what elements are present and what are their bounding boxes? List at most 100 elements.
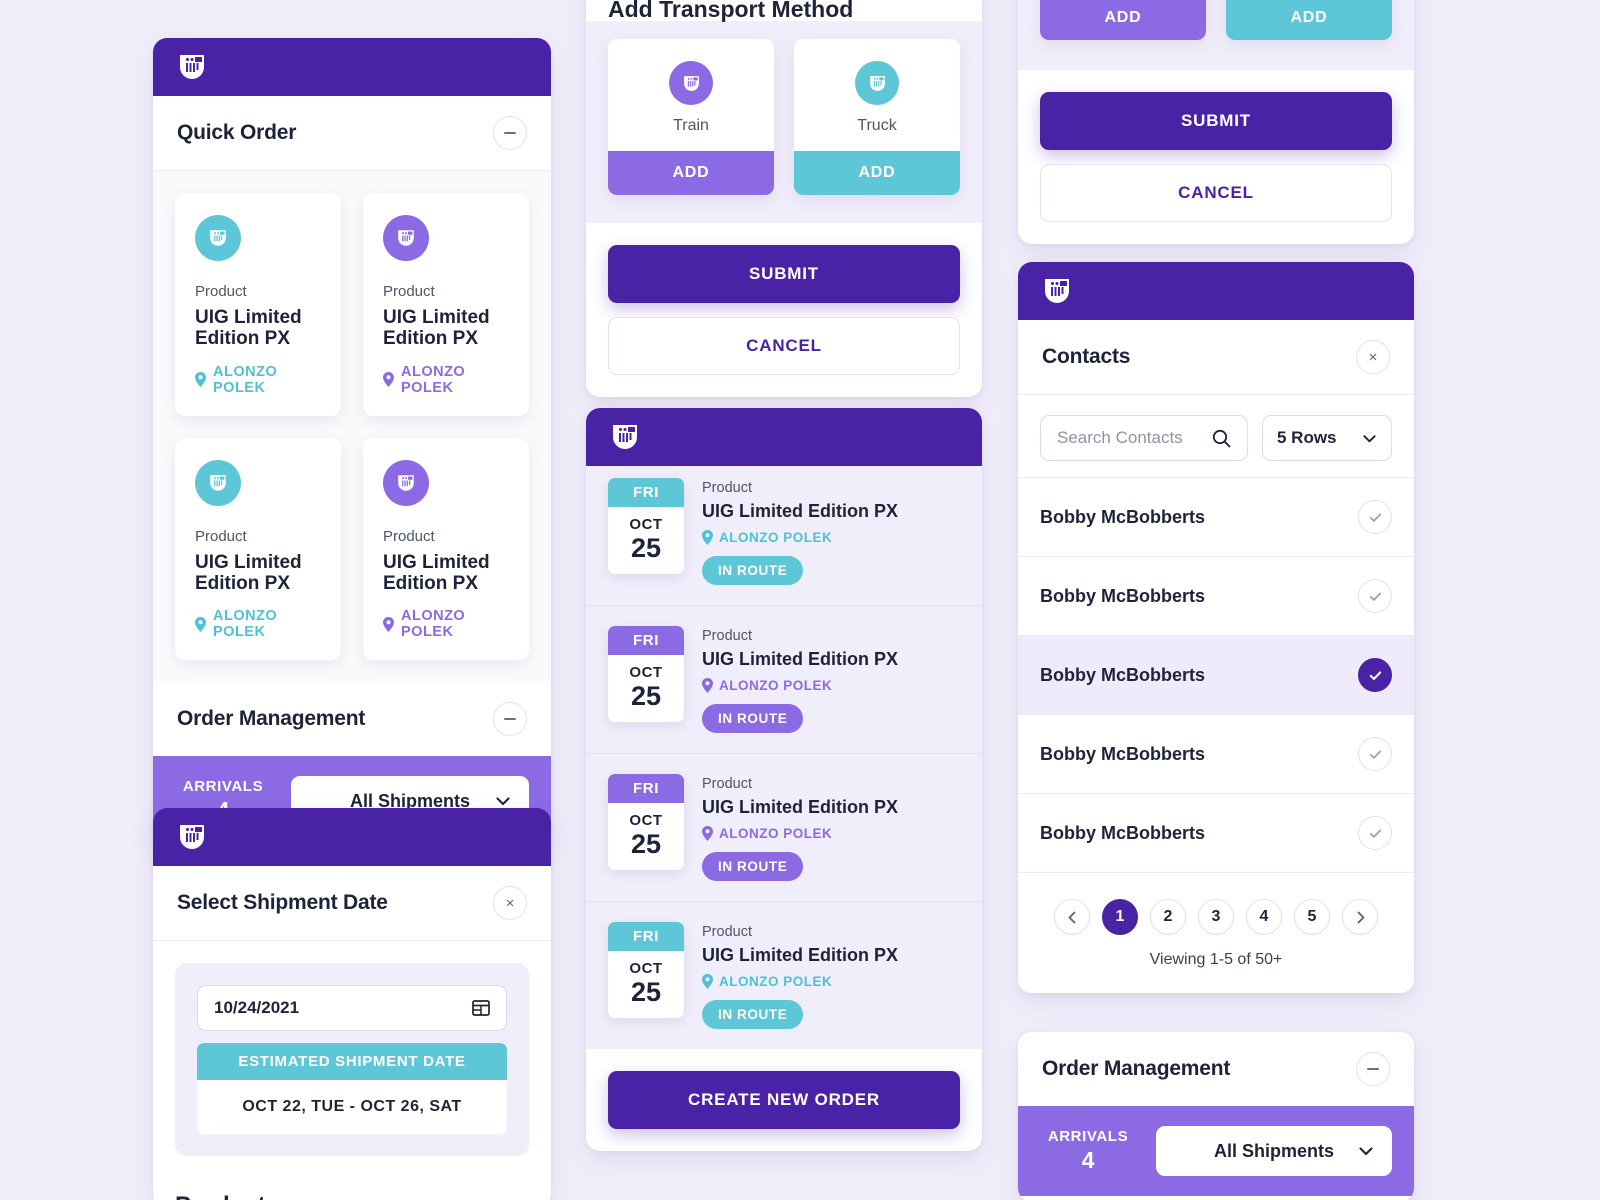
order-management-card-right: Order Management ARRIVALS 4 All Shipment… bbox=[1018, 1032, 1414, 1200]
transport-icon bbox=[855, 61, 899, 105]
order-management-title: Order Management bbox=[1042, 1057, 1231, 1080]
contact-name: Bobby McBobberts bbox=[1040, 585, 1206, 606]
submit-button[interactable]: SUBMIT bbox=[1040, 92, 1392, 150]
add-transport-button[interactable]: ADD bbox=[1226, 0, 1392, 40]
shipment-row[interactable]: FRI OCT 25 Product UIG Limited Edition P… bbox=[586, 754, 982, 902]
transport-actions: SUBMIT CANCEL bbox=[1018, 70, 1414, 244]
shipment-row[interactable]: FRI OCT 25 Product UIG Limited Edition P… bbox=[586, 902, 982, 1049]
collapse-button[interactable] bbox=[493, 116, 527, 150]
transport-method-option[interactable]: ADD bbox=[1040, 0, 1206, 40]
shipment-label: Product bbox=[702, 924, 752, 940]
shipment-date-body: 10/24/2021 ESTIMATED SHIPMENT DATE OCT 2… bbox=[153, 941, 551, 1178]
shipment-location: ALONZO POLEK bbox=[702, 530, 898, 545]
product-tile[interactable]: Product UIG Limited Edition PX ALONZO PO… bbox=[363, 193, 529, 416]
add-transport-button[interactable]: ADD bbox=[794, 151, 960, 195]
shipment-info: Product UIG Limited Edition PX ALONZO PO… bbox=[702, 626, 898, 733]
shipment-list-card: FRI OCT 25 Product UIG Limited Edition P… bbox=[586, 408, 982, 1151]
estimated-shipment-range: OCT 22, TUE - OCT 26, SAT bbox=[197, 1080, 507, 1134]
shipment-row[interactable]: FRI OCT 25 Product UIG Limited Edition P… bbox=[586, 606, 982, 754]
collapse-button[interactable] bbox=[493, 702, 527, 737]
page-button-5[interactable]: 5 bbox=[1294, 899, 1330, 935]
cancel-button[interactable]: CANCEL bbox=[608, 317, 960, 375]
contact-select-checkbox[interactable] bbox=[1358, 579, 1392, 613]
collapse-button[interactable] bbox=[1356, 1052, 1390, 1086]
add-transport-button[interactable]: ADD bbox=[608, 151, 774, 195]
shipment-date-block: FRI OCT 25 bbox=[608, 478, 684, 575]
arrivals-stat: ARRIVALS 4 bbox=[1040, 1128, 1136, 1174]
page-button-4[interactable]: 4 bbox=[1246, 899, 1282, 935]
shipment-label: Product bbox=[702, 776, 752, 792]
contact-row[interactable]: Bobby McBobberts bbox=[1018, 714, 1414, 793]
product-tile[interactable]: Product UIG Limited Edition PX ALONZO PO… bbox=[175, 437, 341, 661]
contact-row[interactable]: Bobby McBobberts bbox=[1018, 793, 1414, 872]
estimated-shipment-header: ESTIMATED SHIPMENT DATE bbox=[197, 1043, 507, 1080]
rows-per-page-select[interactable]: 5 Rows bbox=[1262, 415, 1392, 461]
shipment-day: 25 bbox=[630, 977, 662, 1007]
shipment-info: Product UIG Limited Edition PX ALONZO PO… bbox=[702, 478, 898, 585]
next-page-button[interactable] bbox=[1342, 899, 1378, 935]
search-input[interactable]: Search Contacts bbox=[1040, 415, 1248, 461]
product-tile[interactable]: Product UIG Limited Edition PX ALONZO PO… bbox=[363, 437, 529, 661]
submit-button[interactable]: SUBMIT bbox=[608, 245, 960, 303]
contact-select-checkbox[interactable] bbox=[1358, 500, 1392, 534]
contact-select-checkbox[interactable] bbox=[1358, 816, 1392, 850]
product-avatar-icon bbox=[195, 215, 241, 261]
shipment-month: OCT bbox=[629, 664, 663, 681]
close-icon: × bbox=[505, 894, 515, 912]
page-button-2[interactable]: 2 bbox=[1150, 899, 1186, 935]
order-management-header: Order Management bbox=[1018, 1032, 1414, 1106]
check-icon bbox=[1369, 670, 1381, 680]
check-icon bbox=[1369, 829, 1381, 838]
cancel-button[interactable]: CANCEL bbox=[1040, 164, 1392, 222]
arrivals-label: ARRIVALS bbox=[1047, 1128, 1129, 1145]
product-location-text: ALONZO POLEK bbox=[401, 363, 466, 396]
transport-method-info: Train bbox=[608, 39, 774, 151]
transport-method-option[interactable]: Truck ADD bbox=[794, 39, 960, 195]
transport-method-name: Truck bbox=[857, 117, 897, 134]
status-badge: IN ROUTE bbox=[702, 852, 804, 881]
transport-method-option[interactable]: Train ADD bbox=[608, 39, 774, 195]
chevron-right-icon bbox=[1357, 911, 1364, 923]
card-brand-bar bbox=[153, 38, 551, 96]
product-avatar-icon bbox=[383, 215, 429, 261]
search-icon[interactable] bbox=[1212, 429, 1231, 448]
next-section-label: Product bbox=[153, 1178, 551, 1200]
uig-logo-icon bbox=[175, 50, 209, 84]
shipment-info: Product UIG Limited Edition PX ALONZO PO… bbox=[702, 774, 898, 881]
prev-page-button[interactable] bbox=[1054, 899, 1090, 935]
calendar-icon[interactable] bbox=[472, 999, 490, 1017]
product-label: Product bbox=[195, 283, 247, 300]
shipment-date-header: Select Shipment Date × bbox=[153, 866, 551, 941]
order-management-title: Order Management bbox=[177, 707, 366, 731]
contact-row[interactable]: Bobby McBobberts bbox=[1018, 477, 1414, 556]
create-new-order-button[interactable]: CREATE NEW ORDER bbox=[608, 1071, 960, 1129]
date-input[interactable]: 10/24/2021 bbox=[197, 985, 507, 1031]
uig-logo-icon bbox=[608, 420, 642, 454]
product-tile[interactable]: Product UIG Limited Edition PX ALONZO PO… bbox=[175, 193, 341, 416]
check-icon bbox=[1369, 513, 1381, 522]
contact-row[interactable]: Bobby McBobberts bbox=[1018, 556, 1414, 635]
shipment-day: 25 bbox=[630, 829, 662, 859]
contact-name: Bobby McBobberts bbox=[1040, 506, 1206, 527]
contact-select-checkbox[interactable] bbox=[1358, 658, 1392, 692]
date-picker-panel: 10/24/2021 ESTIMATED SHIPMENT DATE OCT 2… bbox=[175, 963, 529, 1156]
shipment-location-text: ALONZO POLEK bbox=[719, 974, 833, 989]
shipment-location: ALONZO POLEK bbox=[702, 678, 898, 693]
check-icon bbox=[1369, 750, 1381, 759]
shipments-filter-select[interactable]: All Shipments bbox=[1156, 1126, 1392, 1176]
product-location: ALONZO POLEK bbox=[195, 608, 321, 640]
contact-row-selected[interactable]: Bobby McBobberts bbox=[1018, 635, 1414, 714]
page-button-1[interactable]: 1 bbox=[1102, 899, 1138, 935]
shipment-row[interactable]: FRI OCT 25 Product UIG Limited Edition P… bbox=[586, 466, 982, 606]
contact-select-checkbox[interactable] bbox=[1358, 737, 1392, 771]
add-transport-button[interactable]: ADD bbox=[1040, 0, 1206, 40]
add-transport-method-card: Add Transport Method Train ADD Truck ADD… bbox=[586, 0, 982, 397]
search-placeholder: Search Contacts bbox=[1057, 428, 1183, 447]
transport-method-option[interactable]: ADD bbox=[1226, 0, 1392, 40]
select-shipment-date-card: Select Shipment Date × 10/24/2021 ESTIMA… bbox=[153, 808, 551, 1200]
close-button[interactable]: × bbox=[493, 886, 527, 920]
close-button[interactable]: × bbox=[1356, 340, 1390, 374]
page-button-3[interactable]: 3 bbox=[1198, 899, 1234, 935]
contact-name: Bobby McBobberts bbox=[1040, 743, 1206, 764]
product-label: Product bbox=[195, 527, 247, 545]
